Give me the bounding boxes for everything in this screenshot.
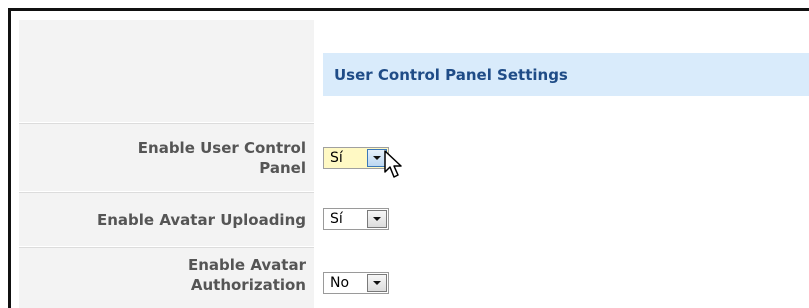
label-line: Authorization (190, 276, 306, 294)
enable-user-control-panel-select[interactable]: Sí (323, 147, 389, 169)
enable-avatar-uploading-select[interactable]: Sí (323, 208, 389, 230)
section-title: User Control Panel Settings (334, 65, 568, 84)
select-value: Sí (330, 211, 343, 227)
label-line: Enable User Control (137, 138, 306, 157)
chevron-down-icon[interactable] (367, 274, 387, 292)
label-enable-avatar-authorization: Enable Avatar Authorization (19, 248, 314, 308)
label-line: Enable Avatar (188, 256, 306, 274)
mouse-pointer-icon (384, 150, 402, 178)
label-enable-avatar-uploading: Enable Avatar Uploading (19, 193, 314, 246)
enable-avatar-authorization-select[interactable]: No (323, 272, 389, 294)
select-value: No (330, 275, 350, 291)
chevron-down-icon[interactable] (367, 210, 387, 228)
section-header: User Control Panel Settings (323, 53, 809, 96)
label-text: Enable Avatar Uploading (97, 210, 306, 229)
label-enable-user-control-panel: Enable User Control Panel (19, 124, 314, 191)
label-line: Panel (259, 158, 306, 177)
select-value: Sí (330, 150, 343, 166)
empty-label-cell (19, 20, 314, 122)
